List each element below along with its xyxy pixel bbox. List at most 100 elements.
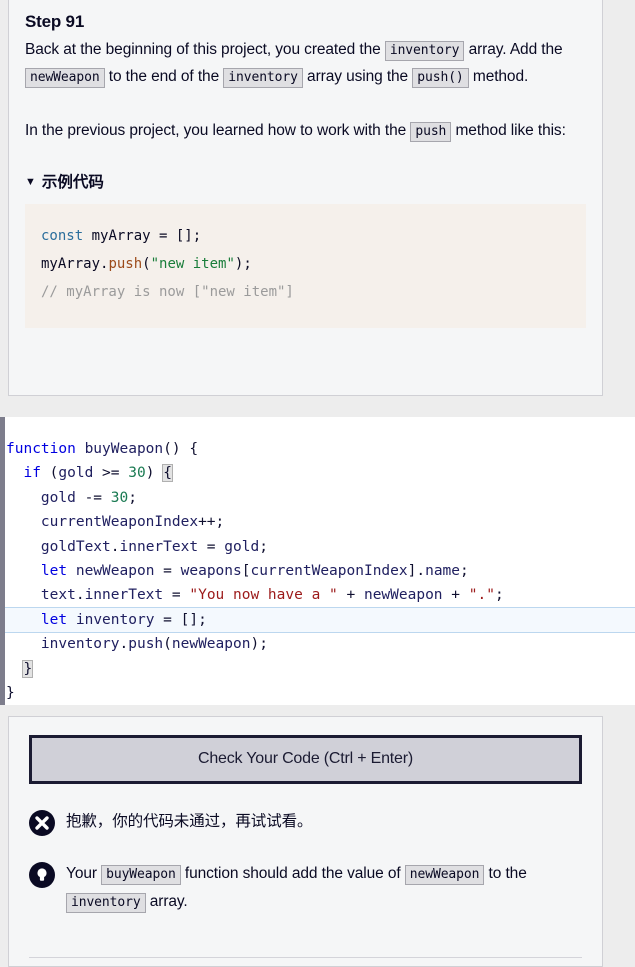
code-token: ;	[128, 489, 137, 506]
code-token: +	[337, 587, 364, 604]
code-token: // myArray is now ["new item"]	[41, 284, 294, 300]
editor-code-lines[interactable]: function buyWeapon() { if (gold >= 30) {…	[5, 437, 635, 705]
editor-line[interactable]: inventory.push(newWeapon);	[5, 632, 635, 656]
code-token: -=	[75, 489, 111, 506]
failure-message-text: 抱歉，你的代码未通过，再试试看。	[66, 813, 313, 830]
code-token: push	[108, 256, 143, 272]
code-token: newWeapon	[67, 563, 155, 580]
example-code-line: const myArray = [];	[41, 222, 570, 250]
console-content: Check Your Code (Ctrl + Enter) 抱歉，你的代码未通…	[9, 717, 602, 916]
instruction-paragraph-2: In the previous project, you learned how…	[25, 117, 586, 144]
code-token: = [];	[159, 228, 202, 244]
code-token: const	[41, 228, 84, 244]
editor-line[interactable]: goldText.innerText = gold;	[5, 535, 635, 559]
inline-code-chip: inventory	[66, 893, 146, 913]
inline-code-chip: newWeapon	[404, 865, 485, 885]
example-code-summary[interactable]: ▼ 示例代码	[25, 170, 586, 192]
code-token: )	[145, 465, 164, 482]
editor-line[interactable]: gold -= 30;	[5, 486, 635, 510]
example-code-line: // myArray is now ["new item"]	[41, 278, 570, 306]
editor-line[interactable]: }	[5, 681, 635, 705]
inline-code-chip: push()	[412, 68, 469, 88]
code-token: );	[234, 256, 252, 272]
console-panel: Check Your Code (Ctrl + Enter) 抱歉，你的代码未通…	[8, 716, 603, 967]
code-token: "You now have a "	[189, 587, 338, 604]
code-token: buyWeapon	[75, 441, 164, 457]
code-token: push	[128, 636, 164, 653]
code-token: (	[40, 465, 59, 482]
inline-code-chip: newWeapon	[25, 68, 105, 88]
example-code-line: myArray.push("new item");	[41, 250, 570, 278]
code-token: inventory	[67, 611, 155, 628]
editor-line[interactable]: let newWeapon = weapons[currentWeaponInd…	[5, 559, 635, 583]
code-token: = [];	[154, 611, 207, 628]
code-token: currentWeaponIndex	[40, 514, 199, 531]
code-token: >=	[93, 465, 129, 482]
example-code-block: const myArray = []; myArray.push("new ite…	[25, 204, 586, 328]
code-token: +	[442, 587, 469, 604]
code-token: myArray	[83, 228, 160, 244]
code-token: ].	[407, 563, 426, 580]
code-token: newWeapon	[171, 636, 251, 653]
code-token: .	[110, 538, 120, 555]
console-divider	[29, 957, 582, 958]
code-token: function	[6, 441, 76, 457]
code-token: =	[198, 538, 225, 555]
code-token: let	[40, 611, 68, 628]
code-token: myArray.	[41, 256, 109, 272]
editor-line[interactable]: function buyWeapon() {	[5, 437, 635, 461]
code-token: () {	[163, 441, 199, 457]
lightbulb-icon	[29, 862, 55, 888]
code-token: .	[119, 636, 129, 653]
code-token: .	[75, 587, 85, 604]
editor-line[interactable]: }	[5, 657, 635, 681]
code-token: inventory	[40, 636, 120, 653]
brace-match-highlight: }	[22, 659, 34, 678]
editor-line[interactable]: if (gold >= 30) {	[5, 461, 635, 485]
code-token: (	[142, 256, 151, 272]
code-token: goldText	[40, 538, 111, 555]
code-token: let	[40, 563, 68, 580]
code-token: innerText	[119, 538, 199, 555]
code-token: ;	[460, 563, 469, 580]
description-content: Step 91 Back at the beginning of this pr…	[9, 0, 602, 328]
code-editor[interactable]: function buyWeapon() { if (gold >= 30) {…	[0, 417, 635, 705]
description-panel: Step 91 Back at the beginning of this pr…	[8, 0, 603, 396]
instruction-paragraph-1: Back at the beginning of this project, y…	[25, 36, 586, 90]
code-token: innerText	[84, 587, 164, 604]
hint-message-text: Your buyWeapon function should add the v…	[66, 860, 582, 916]
editor-line[interactable]: currentWeaponIndex++;	[5, 510, 635, 534]
check-your-code-button[interactable]: Check Your Code (Ctrl + Enter)	[29, 735, 582, 784]
code-token: text	[40, 587, 76, 604]
code-token: if	[23, 465, 41, 482]
code-token: =	[154, 563, 181, 580]
chevron-down-icon: ▼	[25, 175, 36, 188]
code-token: ++;	[198, 514, 225, 531]
code-token: );	[250, 636, 268, 653]
code-token: 30	[128, 465, 146, 482]
code-token: weapons	[180, 563, 242, 580]
code-token: "."	[468, 587, 495, 604]
code-token: ;	[259, 538, 268, 555]
editor-line[interactable]: text.innerText = "You now have a " + new…	[5, 583, 635, 607]
error-x-icon	[29, 810, 55, 836]
code-token: 30	[110, 489, 129, 506]
code-token: gold	[40, 489, 76, 506]
page-title: Step 91	[25, 12, 85, 31]
inline-code-chip: push	[410, 122, 452, 142]
code-token: }	[6, 685, 15, 702]
inline-code-chip: inventory	[384, 41, 465, 61]
example-code-disclosure[interactable]: ▼ 示例代码 const myArray = []; myArray.push("…	[25, 170, 586, 328]
editor-line-active[interactable]: let inventory = [];	[5, 606, 635, 634]
code-token: (	[163, 636, 172, 653]
inline-code-chip: inventory	[223, 68, 303, 88]
brace-match-highlight: {	[162, 464, 173, 483]
failure-message-row: 抱歉，你的代码未通过，再试试看。	[29, 808, 582, 836]
